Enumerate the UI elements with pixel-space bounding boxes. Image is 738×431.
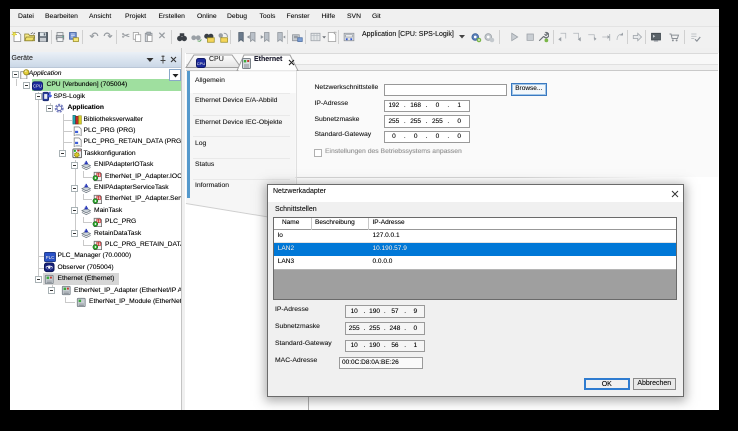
svg-text:CPU: CPU: [33, 83, 42, 88]
svg-text:PLC: PLC: [46, 254, 56, 259]
svg-text:CPU: CPU: [196, 61, 205, 66]
